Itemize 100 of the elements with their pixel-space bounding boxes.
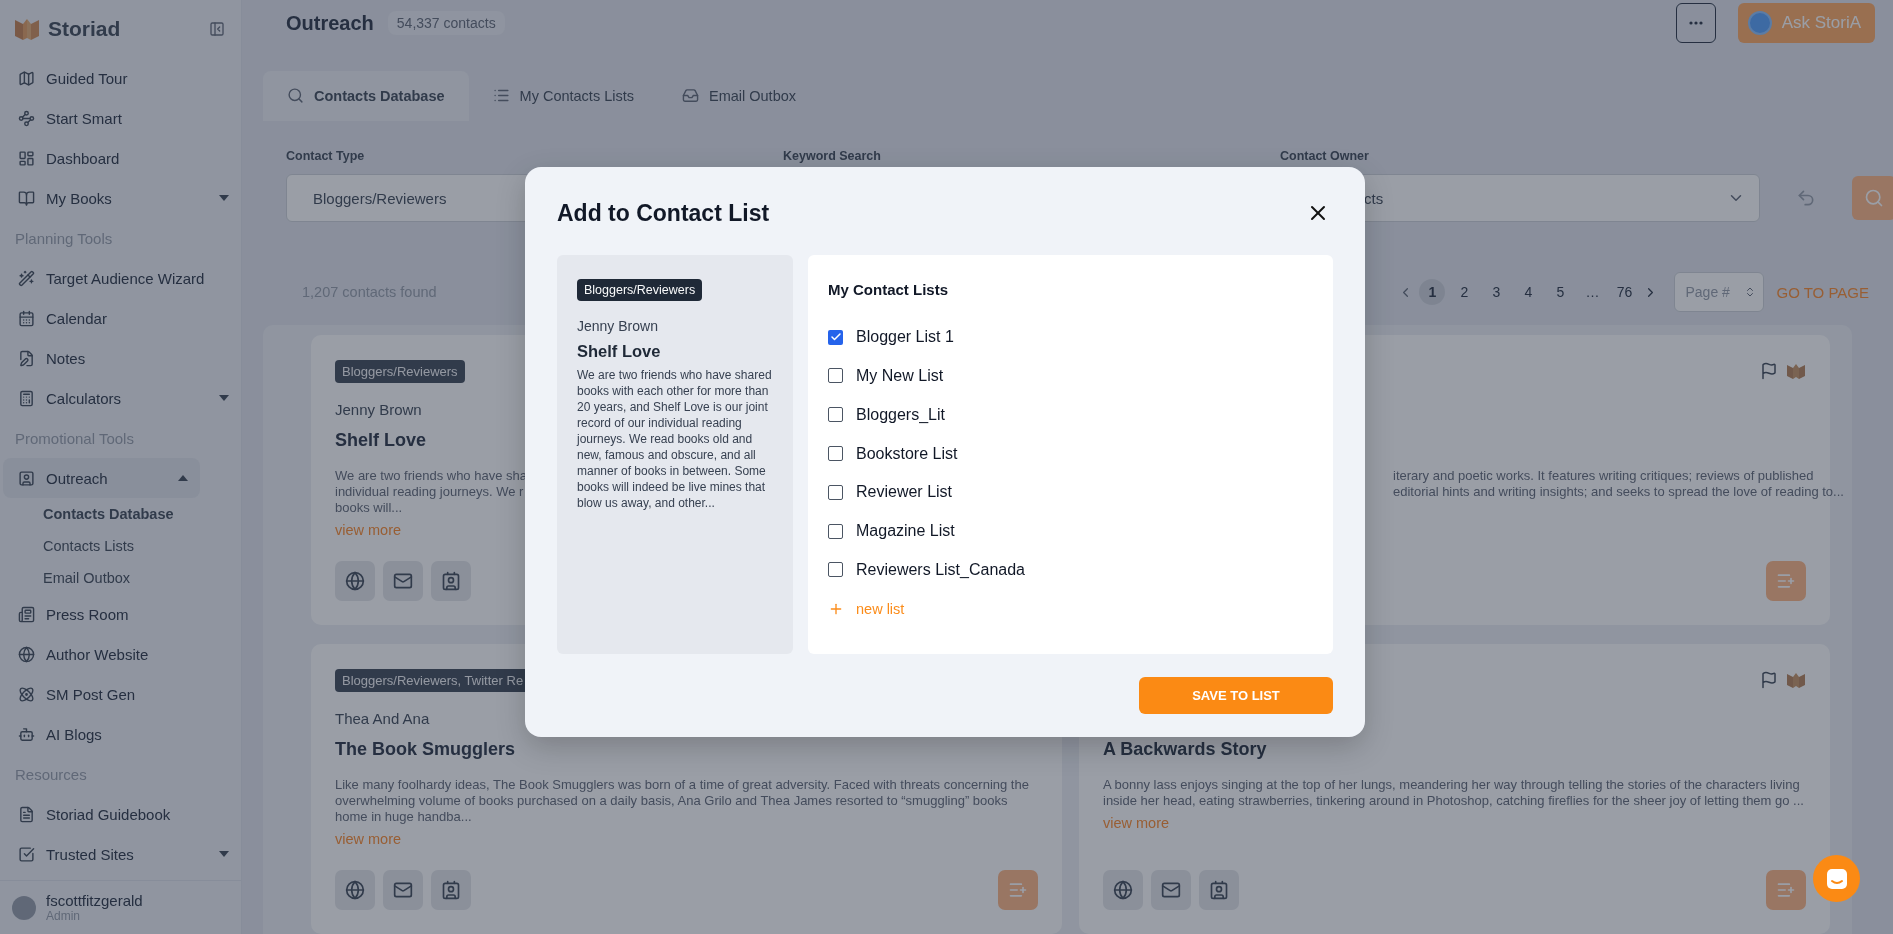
list-option[interactable]: Bloggers_Lit <box>828 395 1313 435</box>
sidebar-item[interactable]: Press Room <box>3 594 241 634</box>
more-button[interactable] <box>1675 3 1716 44</box>
contact-title: Shelf Love <box>335 430 427 452</box>
book-icon <box>18 189 35 207</box>
sidebar-item[interactable]: Author Website <box>3 634 241 674</box>
filter-label: Contact Owner <box>1280 149 1370 163</box>
caret-icon[interactable] <box>178 475 188 481</box>
contact-card-icon <box>1209 880 1229 900</box>
page-button[interactable]: … <box>1579 279 1606 305</box>
list-plus-icon <box>1008 880 1028 900</box>
sidebar-item[interactable]: Guided Tour <box>3 58 241 98</box>
list-option[interactable]: My New List <box>828 356 1313 396</box>
website-button[interactable] <box>335 870 375 910</box>
checkbox[interactable] <box>828 446 843 461</box>
email-button[interactable] <box>383 870 423 910</box>
search-icon <box>287 87 304 105</box>
search-icon <box>1864 188 1884 208</box>
inbox-icon <box>681 87 699 105</box>
website-button[interactable] <box>335 561 375 601</box>
sidebar-item[interactable]: Target Audience Wizard <box>3 258 241 298</box>
ellipsis-icon <box>1688 21 1703 26</box>
sidebar-item[interactable]: Notes <box>3 338 241 378</box>
email-button[interactable] <box>383 561 423 601</box>
globe-icon <box>345 880 365 900</box>
list-option[interactable]: Bookstore List <box>828 434 1313 473</box>
list-option[interactable]: Reviewer List <box>828 472 1313 512</box>
tab[interactable]: Contacts Database <box>263 70 469 121</box>
sidebar-item[interactable]: Dashboard <box>3 138 241 178</box>
sidebar-item[interactable]: Calculators <box>3 378 241 418</box>
list-option[interactable]: Reviewers List_Canada <box>828 550 1313 590</box>
checkbox[interactable] <box>828 407 843 423</box>
globe-icon <box>1113 880 1133 900</box>
contact-button[interactable] <box>431 870 471 910</box>
contact-description: A bonny lass enjoys singing at the top of her lungs, meandering her way through telling the stories of the characters living inside her head, eating strawberries, tinkering around in Photoshop, catching fireflies for the sheer joy of letting them go ... <box>1103 777 1805 809</box>
save-to-list-button[interactable]: SAVE TO LIST <box>1139 677 1333 714</box>
website-button[interactable] <box>1103 870 1143 910</box>
contact-name: Thea And Ana <box>335 710 430 729</box>
network-icon <box>18 109 35 127</box>
robot-icon <box>18 725 35 743</box>
checkbox[interactable] <box>828 523 843 539</box>
category-tag: Bloggers/Reviewers <box>335 359 465 383</box>
page-button[interactable]: 3 <box>1483 279 1510 305</box>
filter-label: Keyword Search <box>783 149 882 163</box>
contact-description: Like many foolhardy ideas, The Book Smugglers was born of a time of great adversity. Faced with threats concerning the overwhelming volume of books purchased on a daily basis, Ana Grilo and Thea James resorted to “smuggling” books home in huge handba... <box>335 777 1030 825</box>
flag-icon[interactable] <box>1760 362 1778 380</box>
new-list-button[interactable]: new list <box>828 589 1313 628</box>
list-option[interactable]: Blogger List 1 <box>828 317 1313 357</box>
sidebar-item[interactable]: Storiad Guidebook <box>3 794 241 834</box>
page-button[interactable]: 1 <box>1419 279 1446 305</box>
contact-name: Jenny Brown <box>335 401 422 420</box>
email-button[interactable] <box>1151 870 1191 910</box>
page-button[interactable]: 2 <box>1451 279 1478 305</box>
description-line: iterary and poetic works. It features writing critiques; reviews of published <box>1393 468 1815 484</box>
flag-icon[interactable] <box>1760 671 1778 689</box>
caret-icon[interactable] <box>219 851 229 857</box>
assistant-avatar-icon <box>1747 11 1772 36</box>
sidebar-item[interactable]: AI Blogs <box>3 714 241 754</box>
sidebar-item[interactable]: Trusted Sites <box>3 834 241 874</box>
sidebar-subitem[interactable]: Email Outbox <box>0 562 241 594</box>
sidebar-item[interactable]: Start Smart <box>3 98 241 138</box>
lists-heading: My Contact Lists <box>828 281 949 300</box>
list-plus-icon <box>1776 880 1796 900</box>
collapse-sidebar-icon[interactable] <box>209 21 225 37</box>
checkbox[interactable] <box>828 329 843 345</box>
tab[interactable]: My Contacts Lists <box>468 70 658 121</box>
category-tag: Bloggers/Reviewers <box>577 279 703 301</box>
sidebar-subitem[interactable]: Contacts Lists <box>0 530 241 562</box>
contact-button[interactable] <box>431 561 471 601</box>
user-name: fscottfitzgerald <box>46 892 143 909</box>
newspaper-icon <box>18 605 35 623</box>
sidebar-subitem[interactable]: Contacts Database <box>0 498 241 530</box>
tab[interactable]: Email Outbox <box>657 70 820 121</box>
contact-card-icon <box>441 880 461 900</box>
contact-card-icon <box>18 469 35 487</box>
sidebar-item[interactable]: Calendar <box>3 298 241 338</box>
page-button[interactable]: 76 <box>1611 279 1638 305</box>
checkbox[interactable] <box>828 368 843 384</box>
sidebar-item[interactable]: My Books <box>3 178 241 218</box>
undo-icon <box>1796 188 1816 208</box>
caret-icon[interactable] <box>219 395 229 401</box>
caret-icon[interactable] <box>219 195 229 201</box>
contact-title: The Book Smugglers <box>335 739 516 761</box>
brand-name: Storiad <box>48 17 122 41</box>
sidebar-item[interactable]: SM Post Gen <box>3 674 241 714</box>
page-button[interactable]: 4 <box>1515 279 1542 305</box>
checkbox[interactable] <box>828 562 843 578</box>
books-icon <box>1786 362 1806 380</box>
sidebar-item[interactable]: Outreach <box>3 458 200 498</box>
globe-icon <box>18 645 35 663</box>
list-option[interactable]: Magazine List <box>828 511 1313 551</box>
mail-icon <box>1161 880 1181 900</box>
page-title: Outreach <box>286 11 374 35</box>
page-button[interactable]: 5 <box>1547 279 1574 305</box>
calculator-icon <box>18 389 35 407</box>
globe-icon <box>345 571 365 591</box>
contact-title: Shelf Love <box>577 342 661 361</box>
page-number-field[interactable]: Page # <box>1674 272 1765 312</box>
checkbox[interactable] <box>828 484 843 500</box>
contact-button[interactable] <box>1199 870 1239 910</box>
